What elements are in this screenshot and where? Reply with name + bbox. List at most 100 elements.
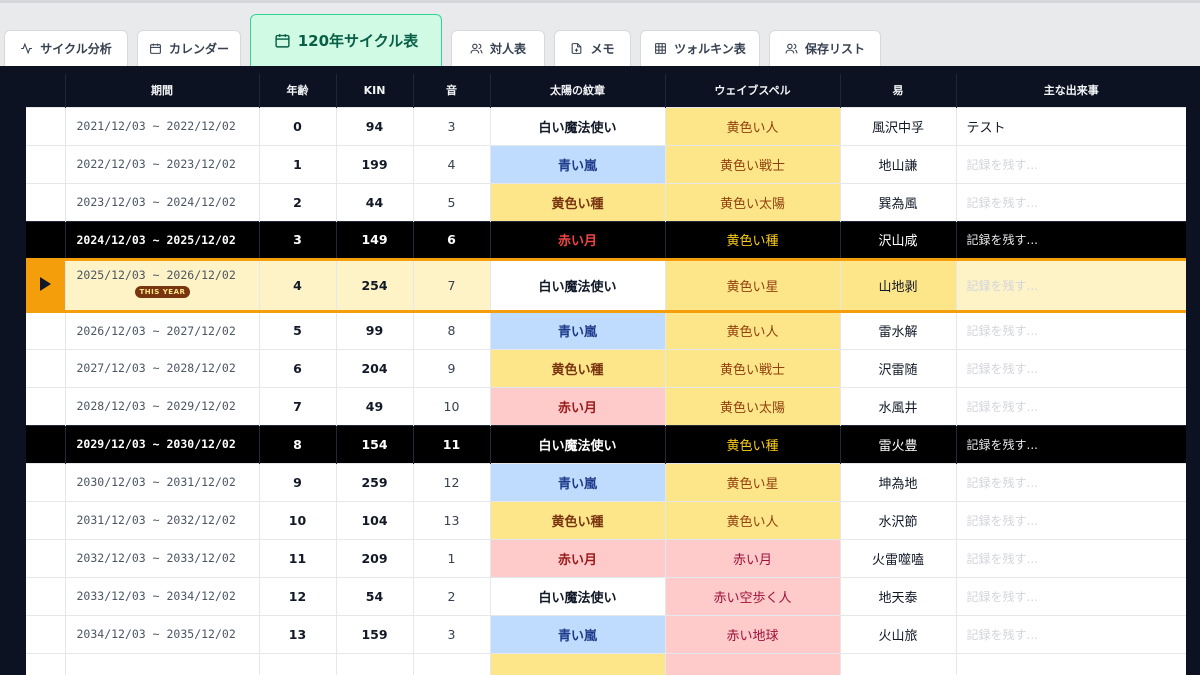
cell-tone: 3: [412, 614, 490, 653]
cell-wavespell: 黄色い太陽: [664, 386, 840, 425]
users-icon: [785, 43, 798, 54]
cell-period: 2026/12/03 ~ 2027/12/02: [64, 310, 259, 349]
cell-event-input[interactable]: 記録を残す...: [955, 310, 1186, 349]
table-row[interactable]: 2026/12/03 ~ 2027/12/02 5 99 8 青い嵐 黄色い人 雷水解 記録を…: [26, 310, 1186, 349]
table-row[interactable]: 2022/12/03 ~ 2023/12/02 1 199 4 青い嵐 黄色い戦士 地山謙記…: [26, 144, 1186, 183]
row-marker: [26, 386, 65, 425]
row-marker: [26, 424, 65, 463]
tab-120-year-cycle[interactable]: 120年サイクル表: [250, 14, 442, 66]
cell-solar-seal: 黄色い種: [489, 500, 665, 539]
row-marker: [26, 310, 65, 349]
cell-event-input[interactable]: 記録を残す...: [955, 182, 1186, 221]
cell-wavespell: 黄色い星: [664, 462, 840, 501]
cell-event-input[interactable]: 記録を残す...: [955, 462, 1186, 501]
cell-iching: 火雷噬嗑: [839, 538, 956, 577]
row-marker: [26, 106, 65, 145]
cell-event-input[interactable]: 記録を残す...: [955, 500, 1186, 539]
tab-saved-list[interactable]: 保存リスト: [769, 30, 881, 66]
table-row[interactable]: 2032/12/03 ~ 2033/12/02 11 209 1 赤い月 赤い月 火雷噬嗑記…: [26, 538, 1186, 577]
cell-solar-seal: 青い嵐: [489, 462, 665, 501]
cell-event-input[interactable]: 記録を残す...: [955, 614, 1186, 653]
table-row[interactable]: 2033/12/03 ~ 2034/12/02 12 54 2 白い魔法使い 赤い空歩く人…: [26, 576, 1186, 615]
cell-solar-seal: [489, 652, 665, 675]
cell-solar-seal: 黄色い種: [489, 348, 665, 387]
cell-tone: 13: [412, 500, 490, 539]
cell-iching: 雷火豊: [839, 424, 956, 463]
cell-kin: 204: [335, 348, 413, 387]
period-text: 2022/12/03 ~ 2023/12/02: [76, 157, 236, 171]
cell-kin: 199: [335, 144, 413, 183]
table-row[interactable]: 2021/12/03 ~ 2022/12/02 0 94 3 白い魔法使い 黄色い人 風沢中…: [26, 106, 1186, 145]
cell-event-input[interactable]: [955, 652, 1186, 675]
tab-tzolkin-table[interactable]: ツォルキン表: [640, 30, 760, 66]
cell-event-input[interactable]: 記録を残す...: [955, 538, 1186, 577]
header-wavespell: ウェイブスペル: [664, 74, 840, 107]
tab-calendar[interactable]: カレンダー: [137, 30, 241, 66]
cell-iching: 火山旅: [839, 614, 956, 653]
cell-age: 13: [258, 614, 336, 653]
table-row[interactable]: 2031/12/03 ~ 2032/12/02 10 104 13 黄色い種 黄色い人 水沢…: [26, 500, 1186, 539]
cell-kin: 94: [335, 106, 413, 145]
row-marker: [26, 614, 65, 653]
cell-event-input[interactable]: 記録を残す...: [955, 424, 1186, 463]
cell-event-input[interactable]: 記録を残す...: [955, 386, 1186, 425]
cell-wavespell: 黄色い戦士: [664, 144, 840, 183]
table-row[interactable]: 2024/12/03 ~ 2025/12/02 3 149 6 赤い月 黄色い種 沢山咸 記録…: [26, 220, 1186, 259]
cell-solar-seal: 青い嵐: [489, 144, 665, 183]
row-marker: [26, 144, 65, 183]
cell-event-input[interactable]: 記録を残す...: [955, 220, 1186, 259]
cell-event-input[interactable]: 記録を残す...: [955, 144, 1186, 183]
cycle-table-container[interactable]: 期間 年齢 KIN 音 太陽の紋章 ウェイブスペル 易 主な出来事 2021/1…: [26, 74, 1186, 675]
table-row[interactable]: [26, 652, 1186, 675]
cell-event-input[interactable]: 記録を残す...: [955, 576, 1186, 615]
tab-memo[interactable]: メモ: [554, 30, 631, 66]
table-row[interactable]: 2023/12/03 ~ 2024/12/02 2 44 5 黄色い種 黄色い太陽 巽為風記…: [26, 182, 1186, 221]
cell-solar-seal: 黄色い種: [489, 182, 665, 221]
cell-wavespell: 黄色い人: [664, 500, 840, 539]
period-text: 2033/12/03 ~ 2034/12/02: [76, 589, 236, 603]
grid-icon: [655, 43, 667, 54]
cell-kin: 49: [335, 386, 413, 425]
table-row[interactable]: 2029/12/03 ~ 2030/12/02 8 154 11 白い魔法使い 黄色い種雷…: [26, 424, 1186, 463]
note-add-icon: [572, 43, 582, 54]
cell-tone: [412, 652, 490, 675]
period-text: 2021/12/03 ~ 2022/12/02: [76, 119, 236, 133]
table-row[interactable]: 2025/12/03 ~ 2026/12/02 THIS YEAR 4 254 7 白い魔…: [26, 257, 1186, 313]
table-row[interactable]: 2028/12/03 ~ 2029/12/02 7 49 10 赤い月 黄色い太陽 水風井記…: [26, 386, 1186, 425]
cell-kin: 209: [335, 538, 413, 577]
cell-event-input[interactable]: 記録を残す...: [955, 257, 1186, 313]
period-text: 2031/12/03 ~ 2032/12/02: [76, 513, 236, 527]
table-row[interactable]: 2027/12/03 ~ 2028/12/02 6 204 9 黄色い種 黄色い戦士 沢雷随…: [26, 348, 1186, 387]
cell-wavespell: 黄色い種: [664, 220, 840, 259]
cell-kin: 154: [335, 424, 413, 463]
cell-kin: 44: [335, 182, 413, 221]
tab-cycle-analysis[interactable]: サイクル分析: [4, 30, 128, 66]
period-text: 2034/12/03 ~ 2035/12/02: [76, 627, 236, 641]
cell-event-input[interactable]: 記録を残す...: [955, 348, 1186, 387]
cell-period: 2027/12/03 ~ 2028/12/02: [64, 348, 259, 387]
cycle-table: 期間 年齢 KIN 音 太陽の紋章 ウェイブスペル 易 主な出来事 2021/1…: [26, 74, 1186, 675]
cell-solar-seal: 赤い月: [489, 386, 665, 425]
cell-iching: 沢雷随: [839, 348, 956, 387]
header-solar-seal: 太陽の紋章: [489, 74, 665, 107]
table-row[interactable]: 2034/12/03 ~ 2035/12/02 13 159 3 青い嵐 赤い地球 火山旅記…: [26, 614, 1186, 653]
cell-event-input[interactable]: テスト: [955, 106, 1186, 145]
row-marker: [26, 538, 65, 577]
cell-kin: [335, 652, 413, 675]
tab-people-table[interactable]: 対人表: [451, 30, 545, 66]
header-period: 期間: [64, 74, 259, 107]
cell-tone: 6: [412, 220, 490, 259]
content-panel: 期間 年齢 KIN 音 太陽の紋章 ウェイブスペル 易 主な出来事 2021/1…: [0, 66, 1200, 675]
tab-label: メモ: [590, 42, 615, 56]
cell-wavespell: 黄色い種: [664, 424, 840, 463]
row-marker: [26, 348, 65, 387]
cell-age: 4: [258, 257, 336, 313]
cell-iching: 水風井: [839, 386, 956, 425]
cell-tone: 2: [412, 576, 490, 615]
period-text: 2024/12/03 ~ 2025/12/02: [76, 232, 236, 247]
row-marker: [26, 652, 65, 675]
table-row[interactable]: 2030/12/03 ~ 2031/12/02 9 259 12 青い嵐 黄色い星 坤為地記…: [26, 462, 1186, 501]
cell-period: 2025/12/03 ~ 2026/12/02 THIS YEAR: [64, 257, 259, 313]
cell-age: 11: [258, 538, 336, 577]
cell-period: [64, 652, 259, 675]
